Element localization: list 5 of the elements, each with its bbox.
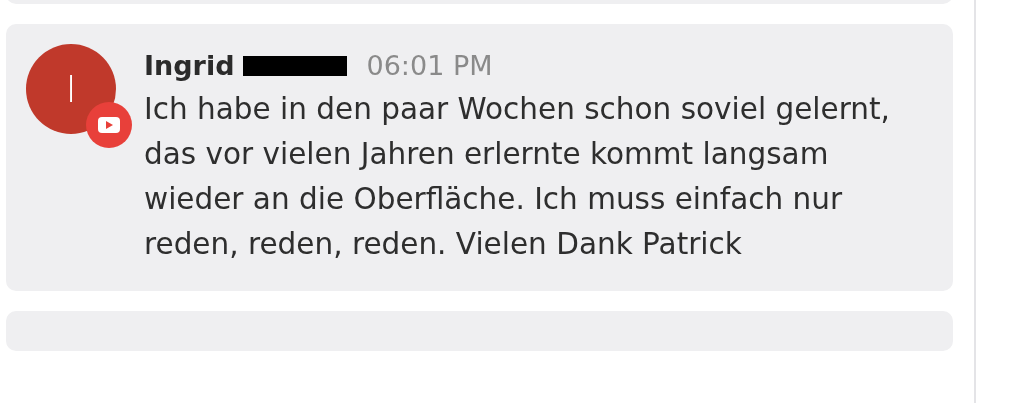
avatar: I — [26, 44, 116, 134]
message-time: 06:01 PM — [366, 50, 493, 81]
message-text: Ich habe in den paar Wochen schon soviel gelernt, das vor vielen Jahren erlernte kommt langsam wieder an die Oberfläche. Ich muss einfach nur reden, reden, reden. Vielen Dank Patrick — [144, 91, 891, 263]
video-play-icon — [86, 102, 132, 148]
author-name: Ingrid — [144, 50, 235, 81]
